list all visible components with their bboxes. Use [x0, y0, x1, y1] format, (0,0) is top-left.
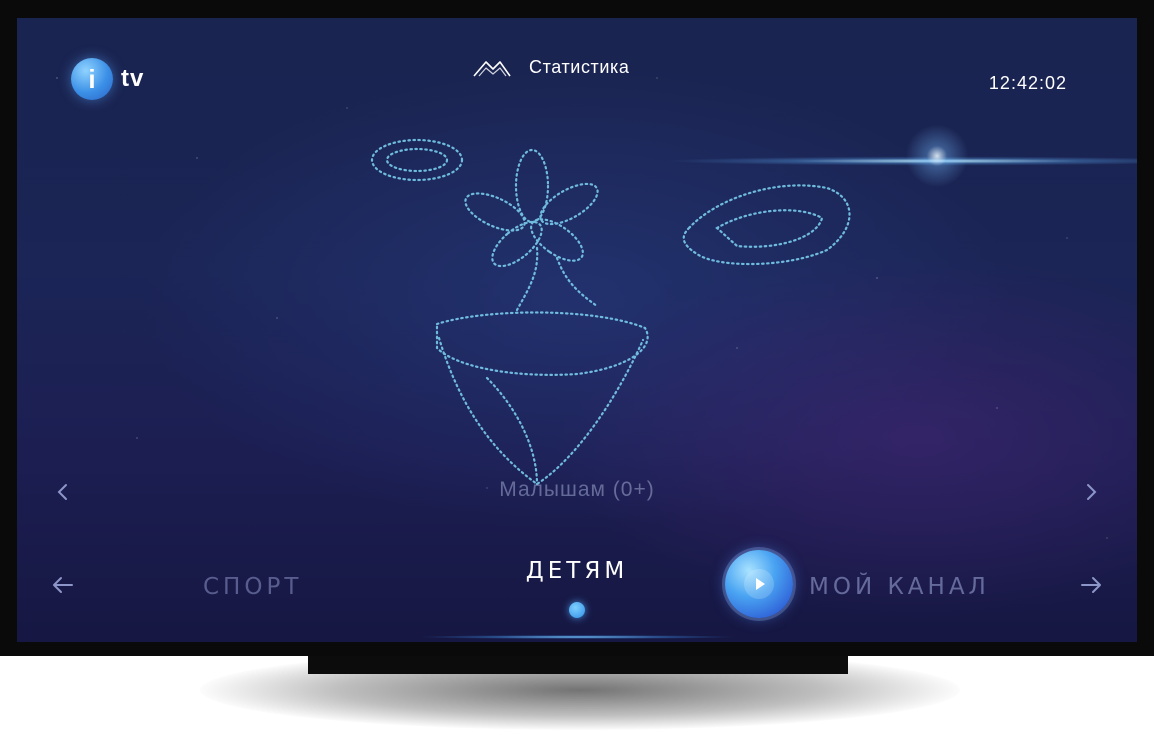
category-next-arrow-icon[interactable]	[1079, 574, 1103, 596]
category-sport[interactable]: СПОРТ	[203, 574, 302, 600]
subcategory-title: Малышам (0+)	[499, 478, 655, 501]
statistics-label: Статистика	[529, 56, 630, 77]
bottom-glow-line	[417, 635, 737, 639]
category-kids[interactable]: ДЕТЯМ	[477, 558, 677, 584]
category-prev-arrow-icon[interactable]	[51, 574, 75, 596]
subcategory-next-icon[interactable]	[1081, 480, 1101, 504]
active-indicator-dot	[569, 602, 585, 618]
play-button[interactable]	[725, 550, 793, 618]
play-icon	[744, 569, 774, 599]
tv-screen: i tv Статистика 12:42:02 Малышам (0+) СП…	[17, 18, 1137, 642]
category-my-channel[interactable]: МОЙ КАНАЛ	[809, 574, 990, 600]
subcategory-prev-icon[interactable]	[53, 480, 73, 504]
logo-text: tv	[121, 65, 145, 92]
constellation-illustration	[370, 138, 851, 486]
itv-logo: i tv	[71, 58, 144, 100]
tv-frame: i tv Статистика 12:42:02 Малышам (0+) СП…	[0, 0, 1154, 656]
mountains-icon	[473, 61, 511, 77]
statistics-link[interactable]: Статистика	[473, 56, 630, 78]
logo-circle: i	[71, 58, 113, 100]
clock: 12:42:02	[988, 73, 1067, 93]
